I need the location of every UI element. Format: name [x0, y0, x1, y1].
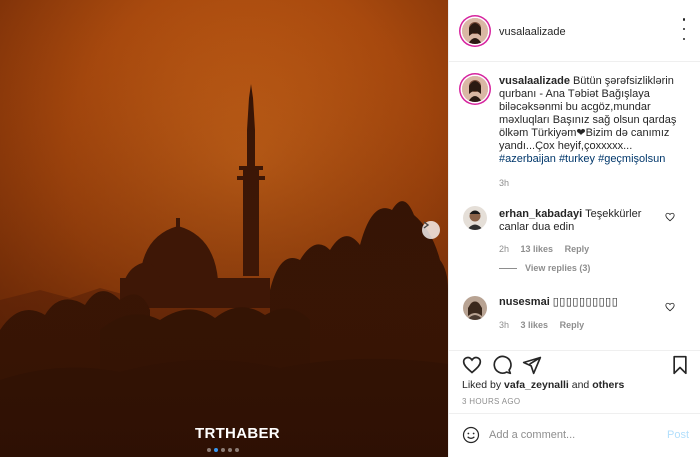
- hashtag[interactable]: #azerbaijan: [499, 153, 556, 165]
- share-icon[interactable]: [522, 355, 542, 375]
- comment-age: 2h: [499, 244, 510, 254]
- heart-icon[interactable]: [462, 355, 482, 375]
- comment-text: erhan_kabadayi Teşekkürler canlar dua edi…: [499, 208, 669, 234]
- post-image[interactable]: TRTHABER: [0, 0, 448, 457]
- reply-button[interactable]: Reply: [565, 244, 590, 254]
- bookmark-icon[interactable]: [670, 355, 690, 375]
- comment-likes[interactable]: 13 likes: [521, 244, 554, 254]
- carousel-next-button[interactable]: [422, 221, 440, 239]
- post-caption: vusalaalizade Bütün şərəfsizliklərin qurb…: [499, 75, 689, 166]
- post-comment-button[interactable]: Post: [667, 429, 689, 441]
- more-options-icon[interactable]: [677, 18, 691, 40]
- liked-by-user[interactable]: vafa_zeynalli: [504, 379, 569, 391]
- view-replies-button[interactable]: View replies (3): [499, 263, 590, 273]
- emoji-glyphs: ▯▯▯▯▯▯▯▯▯▯: [552, 296, 619, 308]
- add-comment-bar: Post: [449, 413, 700, 457]
- avatar-image: [463, 296, 487, 320]
- hashtag[interactable]: #geçmişolsun: [598, 153, 665, 165]
- watermark-logo: TRTHABER: [195, 425, 280, 442]
- replies-divider: [499, 267, 517, 269]
- emoji-icon[interactable]: [462, 426, 480, 444]
- carousel-dot: [214, 448, 218, 452]
- caption-age: 3h: [499, 178, 510, 188]
- author-username[interactable]: vusalaalizade: [499, 26, 566, 38]
- comment-username[interactable]: nusesmai: [499, 296, 550, 308]
- post-actions: Liked by vafa_zeynalli and others 3 HOUR…: [449, 350, 700, 410]
- comment-meta: 2h 13 likes Reply: [499, 244, 589, 254]
- carousel-indicator: [207, 448, 239, 452]
- mosque-sunset-photo: [0, 0, 448, 457]
- comment-input[interactable]: [489, 425, 657, 445]
- liked-others-link[interactable]: others: [592, 379, 624, 391]
- carousel-dot: [228, 448, 232, 452]
- caption-username[interactable]: vusalaalizade: [499, 75, 570, 87]
- view-replies-label: View replies (3): [525, 263, 591, 273]
- likes-summary: Liked by vafa_zeynalli and others: [462, 379, 624, 391]
- reply-button[interactable]: Reply: [560, 320, 585, 330]
- hashtag[interactable]: #turkey: [559, 153, 595, 165]
- comment-likes[interactable]: 3 likes: [521, 320, 549, 330]
- comment-icon[interactable]: [492, 355, 512, 375]
- commenter-avatar[interactable]: [463, 296, 487, 320]
- avatar-image: [463, 206, 487, 230]
- comment-text: nusesmai ▯▯▯▯▯▯▯▯▯▯: [499, 296, 669, 309]
- carousel-dot: [207, 448, 211, 452]
- liked-prefix: Liked by: [462, 379, 502, 391]
- comment-username[interactable]: erhan_kabadayi: [499, 208, 582, 220]
- post-timestamp[interactable]: 3 HOURS AGO: [462, 397, 520, 406]
- caption-author-avatar[interactable]: [462, 76, 488, 102]
- post-side-panel: vusalaalizade vusalaalizade Bütün şərəfsi…: [448, 0, 700, 457]
- comment-age: 3h: [499, 320, 510, 330]
- carousel-dot: [221, 448, 225, 452]
- comment-meta: 3h 3 likes Reply: [499, 320, 584, 330]
- post-dialog: TRTHABER vusalaalizade vusalaalizade Büt…: [0, 0, 700, 457]
- post-header: vusalaalizade: [449, 0, 700, 62]
- avatar-image: [462, 18, 488, 44]
- carousel-dot: [235, 448, 239, 452]
- chevron-right-icon: [423, 221, 430, 229]
- like-comment-icon[interactable]: [665, 212, 675, 222]
- liked-suffix: and: [571, 379, 590, 391]
- like-comment-icon[interactable]: [665, 302, 675, 312]
- author-avatar[interactable]: [462, 18, 488, 44]
- avatar-image: [462, 76, 488, 102]
- comments-list[interactable]: vusalaalizade Bütün şərəfsizliklərin qurb…: [449, 62, 700, 350]
- commenter-avatar[interactable]: [463, 206, 487, 230]
